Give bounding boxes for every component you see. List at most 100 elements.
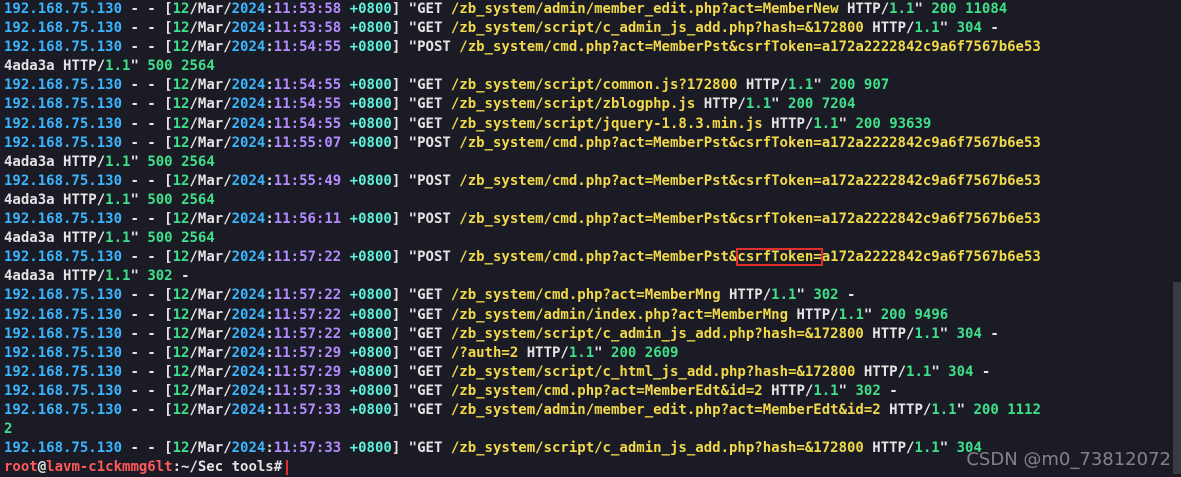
- request-url: /zb_system/script/c_admin_js_add.php?has…: [450, 440, 864, 457]
- client-ip: 192.168.75.130: [4, 325, 123, 342]
- response-size: 2564: [181, 191, 215, 208]
- log-month: Mar: [197, 401, 224, 418]
- request-url: /zb_system/admin/member_edit.php?act=Mem…: [450, 1, 839, 17]
- log-month: Mar: [197, 287, 224, 304]
- http-version: 1.1: [906, 363, 932, 380]
- http-protocol: HTTP/: [63, 58, 106, 75]
- log-year: 2024: [231, 1, 266, 17]
- log-time: 11:54:55: [273, 115, 342, 132]
- request-url: /zb_system/cmd.php?act=MemberMng: [450, 287, 721, 304]
- log-day: 12: [172, 1, 190, 17]
- log-day: 12: [172, 363, 190, 380]
- request-url: /zb_system/script/zblogphp.js: [450, 96, 696, 113]
- http-status: 200: [611, 344, 637, 361]
- log-month: Mar: [197, 96, 224, 113]
- log-day: 12: [172, 325, 190, 342]
- http-method: POST: [417, 249, 451, 266]
- log-time: 11:57:22: [273, 249, 342, 266]
- http-version: 1.1: [105, 268, 131, 285]
- client-ip: 192.168.75.130: [4, 344, 123, 361]
- http-status: 302: [855, 382, 881, 399]
- http-protocol: HTTP/: [703, 96, 746, 113]
- log-timezone: +0800: [349, 172, 392, 189]
- log-day: 12: [172, 287, 190, 304]
- http-version: 1.1: [771, 287, 797, 304]
- http-status: 200: [788, 96, 814, 113]
- log-month: Mar: [197, 440, 224, 457]
- log-line: 192.168.75.130 - - [12/Mar/2024:11:54:55…: [4, 115, 932, 132]
- log-timezone: +0800: [349, 344, 392, 361]
- request-url: /zb_system/script/common.js?172800: [450, 77, 738, 94]
- log-time: 11:57:33: [273, 382, 342, 399]
- http-status: 304: [956, 325, 982, 342]
- log-time: 11:54:55: [273, 77, 342, 94]
- http-protocol: HTTP/: [872, 20, 915, 37]
- http-version: 1.1: [914, 440, 940, 457]
- http-method: POST: [417, 211, 451, 228]
- http-method: GET: [417, 287, 443, 304]
- log-day: 12: [172, 39, 190, 56]
- log-time: 11:56:11: [273, 211, 342, 228]
- log-line: 192.168.75.130 - - [12/Mar/2024:11:57:33…: [4, 382, 898, 399]
- request-url: /zb_system/cmd.php?act=MemberPst&csrfTok…: [459, 211, 1041, 228]
- response-size: -: [181, 268, 190, 285]
- log-line: 192.168.75.130 - - [12/Mar/2024:11:57:29…: [4, 363, 991, 380]
- client-ip: 192.168.75.130: [4, 77, 123, 94]
- request-url: /zb_system/script/c_admin_js_add.php?has…: [450, 20, 864, 37]
- log-timezone: +0800: [349, 20, 392, 37]
- log-timezone: +0800: [349, 115, 392, 132]
- log-line: 192.168.75.130 - - [12/Mar/2024:11:54:55…: [4, 39, 1041, 56]
- log-line: 192.168.75.130 - - [12/Mar/2024:11:53:58…: [4, 1, 1008, 17]
- client-ip: 192.168.75.130: [4, 287, 123, 304]
- terminal-output: 192.168.75.130 - - [12/Mar/2024:11:53:58…: [4, 0, 1174, 477]
- log-timezone: +0800: [349, 211, 392, 228]
- http-protocol: HTTP/: [729, 287, 772, 304]
- log-year: 2024: [231, 115, 266, 132]
- prompt-at: @: [37, 459, 47, 476]
- http-protocol: HTTP/: [63, 268, 106, 285]
- response-size: -: [990, 20, 999, 37]
- client-ip: 192.168.75.130: [4, 172, 123, 189]
- log-timezone: +0800: [349, 382, 392, 399]
- request-url-part: a172a2222842c9a6f7567b6e53: [821, 249, 1041, 266]
- log-timezone: +0800: [349, 134, 392, 151]
- http-version: 1.1: [745, 96, 772, 113]
- log-day: 12: [172, 134, 190, 151]
- log-time: 11:57:29: [273, 344, 342, 361]
- log-time: 11:53:58: [273, 1, 342, 17]
- log-line: 192.168.75.130 - - [12/Mar/2024:11:56:11…: [4, 211, 1041, 228]
- scrollbar-thumb[interactable]: [1173, 282, 1181, 474]
- log-month: Mar: [197, 134, 224, 151]
- http-protocol: HTTP/: [745, 77, 789, 94]
- http-status: 304: [956, 20, 982, 37]
- http-version: 1.1: [568, 344, 595, 361]
- http-status: 200: [973, 401, 999, 418]
- http-protocol: HTTP/: [63, 191, 106, 208]
- terminal-scrollbar[interactable]: [1173, 0, 1181, 474]
- text-cursor[interactable]: [286, 459, 289, 475]
- log-year: 2024: [231, 249, 266, 266]
- csrf-token-highlight: csrfToken=: [736, 248, 823, 267]
- log-timezone: +0800: [349, 287, 392, 304]
- request-url-wrap: 4ada3a: [4, 230, 55, 247]
- response-size: 2564: [181, 230, 215, 247]
- http-status: 200: [830, 77, 856, 94]
- log-timezone: +0800: [349, 96, 392, 113]
- log-timezone: +0800: [349, 1, 392, 17]
- log-day: 12: [172, 344, 190, 361]
- log-timezone: +0800: [349, 306, 392, 323]
- http-version: 1.1: [813, 382, 839, 399]
- client-ip: 192.168.75.130: [4, 1, 123, 17]
- log-timezone: +0800: [349, 325, 392, 342]
- log-line: 192.168.75.130 - - [12/Mar/2024:11:57:22…: [4, 306, 949, 323]
- log-time: 11:53:58: [273, 20, 342, 37]
- log-line: 192.168.75.130 - - [12/Mar/2024:11:57:22…: [4, 248, 1041, 267]
- log-day: 12: [172, 96, 190, 113]
- request-url-wrap: 4ada3a: [4, 191, 55, 208]
- client-ip: 192.168.75.130: [4, 211, 123, 228]
- log-time: 11:57:33: [273, 401, 342, 418]
- http-method: GET: [417, 344, 443, 361]
- request-url: /zb_system/cmd.php?act=MemberPst&csrfTok…: [459, 39, 1041, 56]
- response-size: 1112: [1007, 401, 1041, 418]
- http-version: 1.1: [838, 306, 864, 323]
